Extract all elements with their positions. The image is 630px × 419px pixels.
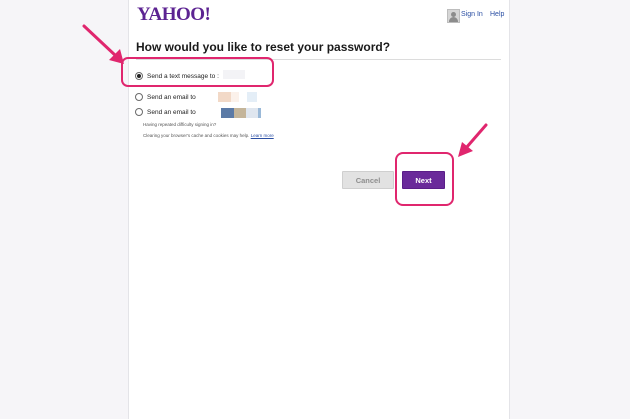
user-icon[interactable] [447, 9, 460, 23]
title-divider [136, 59, 501, 60]
masked-email-2 [258, 108, 261, 118]
difficulty-signing-in-text: Having repeated difficulty signing in? [143, 122, 217, 127]
clear-cache-text: Clearing your browser's cache and cookie… [143, 133, 250, 138]
user-icon-body [449, 17, 458, 22]
masked-email-2 [221, 108, 234, 118]
help-link[interactable]: Help [490, 11, 504, 18]
reset-password-page: YAHOO! Sign In Help How would you like t… [128, 0, 510, 419]
yahoo-logo[interactable]: YAHOO! [137, 4, 211, 26]
option-text-message[interactable]: Send a text message to : [135, 71, 219, 81]
option-email-2[interactable]: Send an email to [135, 107, 196, 117]
annotation-arrow-icon [82, 24, 124, 64]
masked-email-2 [234, 108, 246, 118]
masked-email-1 [231, 92, 239, 102]
cancel-button[interactable]: Cancel [342, 171, 394, 189]
learn-more-link[interactable]: Learn more [251, 133, 274, 138]
option-email-1[interactable]: Send an email to [135, 92, 196, 102]
page-header: YAHOO! Sign In Help [129, 0, 509, 30]
radio-checked-icon[interactable] [135, 72, 143, 80]
radio-unchecked-icon[interactable] [135, 108, 143, 116]
sign-in-link[interactable]: Sign In [461, 11, 483, 18]
masked-email-1 [247, 92, 257, 102]
page-title: How would you like to reset your passwor… [136, 40, 391, 54]
clear-cache-note: Clearing your browser's cache and cookie… [143, 133, 274, 138]
radio-unchecked-icon[interactable] [135, 93, 143, 101]
masked-phone-number [223, 70, 245, 79]
masked-email-2 [246, 108, 258, 118]
masked-email-1 [218, 92, 231, 102]
option-email-2-label: Send an email to [147, 108, 196, 116]
option-text-message-label: Send a text message to : [147, 72, 219, 80]
next-button[interactable]: Next [402, 171, 445, 189]
option-email-1-label: Send an email to [147, 93, 196, 101]
